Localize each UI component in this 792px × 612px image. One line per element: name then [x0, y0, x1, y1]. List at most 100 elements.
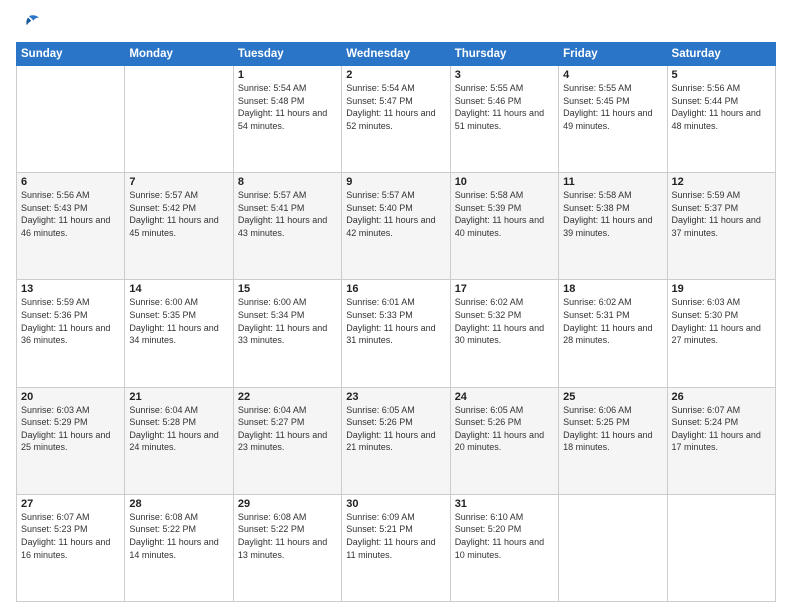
day-info: Sunrise: 6:04 AM Sunset: 5:27 PM Dayligh…	[238, 404, 337, 454]
day-number: 25	[563, 391, 662, 403]
day-info: Sunrise: 6:08 AM Sunset: 5:22 PM Dayligh…	[238, 511, 337, 561]
day-number: 28	[129, 498, 228, 510]
calendar-cell: 10Sunrise: 5:58 AM Sunset: 5:39 PM Dayli…	[450, 173, 558, 280]
weekday-header-monday: Monday	[125, 43, 233, 66]
day-info: Sunrise: 6:03 AM Sunset: 5:30 PM Dayligh…	[672, 296, 771, 346]
day-number: 13	[21, 283, 120, 295]
day-number: 10	[455, 176, 554, 188]
day-number: 3	[455, 69, 554, 81]
calendar-cell: 17Sunrise: 6:02 AM Sunset: 5:32 PM Dayli…	[450, 280, 558, 387]
day-number: 5	[672, 69, 771, 81]
day-info: Sunrise: 6:07 AM Sunset: 5:23 PM Dayligh…	[21, 511, 120, 561]
weekday-header-sunday: Sunday	[17, 43, 125, 66]
calendar-cell: 29Sunrise: 6:08 AM Sunset: 5:22 PM Dayli…	[233, 494, 341, 601]
day-info: Sunrise: 6:09 AM Sunset: 5:21 PM Dayligh…	[346, 511, 445, 561]
calendar-cell	[559, 494, 667, 601]
calendar-cell: 12Sunrise: 5:59 AM Sunset: 5:37 PM Dayli…	[667, 173, 775, 280]
weekday-header-thursday: Thursday	[450, 43, 558, 66]
calendar-cell: 26Sunrise: 6:07 AM Sunset: 5:24 PM Dayli…	[667, 387, 775, 494]
day-info: Sunrise: 6:00 AM Sunset: 5:34 PM Dayligh…	[238, 296, 337, 346]
day-info: Sunrise: 5:59 AM Sunset: 5:37 PM Dayligh…	[672, 189, 771, 239]
day-number: 23	[346, 391, 445, 403]
weekday-header-friday: Friday	[559, 43, 667, 66]
day-number: 31	[455, 498, 554, 510]
day-number: 16	[346, 283, 445, 295]
calendar-cell: 15Sunrise: 6:00 AM Sunset: 5:34 PM Dayli…	[233, 280, 341, 387]
day-info: Sunrise: 5:57 AM Sunset: 5:42 PM Dayligh…	[129, 189, 228, 239]
calendar-table: SundayMondayTuesdayWednesdayThursdayFrid…	[16, 42, 776, 602]
calendar-cell: 4Sunrise: 5:55 AM Sunset: 5:45 PM Daylig…	[559, 66, 667, 173]
day-info: Sunrise: 5:59 AM Sunset: 5:36 PM Dayligh…	[21, 296, 120, 346]
calendar-cell: 2Sunrise: 5:54 AM Sunset: 5:47 PM Daylig…	[342, 66, 450, 173]
calendar-cell	[125, 66, 233, 173]
logo-bird-icon	[18, 12, 40, 34]
day-info: Sunrise: 5:55 AM Sunset: 5:46 PM Dayligh…	[455, 82, 554, 132]
day-info: Sunrise: 5:56 AM Sunset: 5:44 PM Dayligh…	[672, 82, 771, 132]
calendar-cell: 18Sunrise: 6:02 AM Sunset: 5:31 PM Dayli…	[559, 280, 667, 387]
day-number: 20	[21, 391, 120, 403]
day-info: Sunrise: 6:00 AM Sunset: 5:35 PM Dayligh…	[129, 296, 228, 346]
calendar-cell: 21Sunrise: 6:04 AM Sunset: 5:28 PM Dayli…	[125, 387, 233, 494]
calendar-cell: 14Sunrise: 6:00 AM Sunset: 5:35 PM Dayli…	[125, 280, 233, 387]
page: SundayMondayTuesdayWednesdayThursdayFrid…	[0, 0, 792, 612]
day-info: Sunrise: 6:02 AM Sunset: 5:31 PM Dayligh…	[563, 296, 662, 346]
calendar-cell	[667, 494, 775, 601]
day-info: Sunrise: 6:03 AM Sunset: 5:29 PM Dayligh…	[21, 404, 120, 454]
calendar-cell: 20Sunrise: 6:03 AM Sunset: 5:29 PM Dayli…	[17, 387, 125, 494]
calendar-week-row: 6Sunrise: 5:56 AM Sunset: 5:43 PM Daylig…	[17, 173, 776, 280]
calendar-cell: 28Sunrise: 6:08 AM Sunset: 5:22 PM Dayli…	[125, 494, 233, 601]
weekday-header-wednesday: Wednesday	[342, 43, 450, 66]
day-number: 8	[238, 176, 337, 188]
calendar-week-row: 1Sunrise: 5:54 AM Sunset: 5:48 PM Daylig…	[17, 66, 776, 173]
day-number: 21	[129, 391, 228, 403]
day-number: 18	[563, 283, 662, 295]
day-info: Sunrise: 6:04 AM Sunset: 5:28 PM Dayligh…	[129, 404, 228, 454]
day-number: 9	[346, 176, 445, 188]
day-info: Sunrise: 6:07 AM Sunset: 5:24 PM Dayligh…	[672, 404, 771, 454]
day-info: Sunrise: 5:54 AM Sunset: 5:47 PM Dayligh…	[346, 82, 445, 132]
day-number: 7	[129, 176, 228, 188]
logo	[16, 12, 42, 34]
calendar-cell: 6Sunrise: 5:56 AM Sunset: 5:43 PM Daylig…	[17, 173, 125, 280]
day-number: 29	[238, 498, 337, 510]
calendar-cell: 22Sunrise: 6:04 AM Sunset: 5:27 PM Dayli…	[233, 387, 341, 494]
calendar-cell	[17, 66, 125, 173]
day-info: Sunrise: 5:55 AM Sunset: 5:45 PM Dayligh…	[563, 82, 662, 132]
calendar-cell: 30Sunrise: 6:09 AM Sunset: 5:21 PM Dayli…	[342, 494, 450, 601]
calendar-cell: 19Sunrise: 6:03 AM Sunset: 5:30 PM Dayli…	[667, 280, 775, 387]
day-info: Sunrise: 6:10 AM Sunset: 5:20 PM Dayligh…	[455, 511, 554, 561]
day-number: 2	[346, 69, 445, 81]
day-info: Sunrise: 6:06 AM Sunset: 5:25 PM Dayligh…	[563, 404, 662, 454]
calendar-cell: 24Sunrise: 6:05 AM Sunset: 5:26 PM Dayli…	[450, 387, 558, 494]
day-number: 12	[672, 176, 771, 188]
day-info: Sunrise: 5:56 AM Sunset: 5:43 PM Dayligh…	[21, 189, 120, 239]
day-number: 26	[672, 391, 771, 403]
day-number: 19	[672, 283, 771, 295]
calendar-week-row: 20Sunrise: 6:03 AM Sunset: 5:29 PM Dayli…	[17, 387, 776, 494]
calendar-cell: 9Sunrise: 5:57 AM Sunset: 5:40 PM Daylig…	[342, 173, 450, 280]
day-number: 24	[455, 391, 554, 403]
calendar-cell: 1Sunrise: 5:54 AM Sunset: 5:48 PM Daylig…	[233, 66, 341, 173]
calendar-cell: 23Sunrise: 6:05 AM Sunset: 5:26 PM Dayli…	[342, 387, 450, 494]
calendar-cell: 7Sunrise: 5:57 AM Sunset: 5:42 PM Daylig…	[125, 173, 233, 280]
calendar-cell: 16Sunrise: 6:01 AM Sunset: 5:33 PM Dayli…	[342, 280, 450, 387]
day-info: Sunrise: 6:02 AM Sunset: 5:32 PM Dayligh…	[455, 296, 554, 346]
header	[16, 12, 776, 34]
day-info: Sunrise: 5:54 AM Sunset: 5:48 PM Dayligh…	[238, 82, 337, 132]
day-number: 27	[21, 498, 120, 510]
day-info: Sunrise: 6:05 AM Sunset: 5:26 PM Dayligh…	[455, 404, 554, 454]
day-info: Sunrise: 6:08 AM Sunset: 5:22 PM Dayligh…	[129, 511, 228, 561]
day-number: 14	[129, 283, 228, 295]
weekday-header-tuesday: Tuesday	[233, 43, 341, 66]
calendar-week-row: 13Sunrise: 5:59 AM Sunset: 5:36 PM Dayli…	[17, 280, 776, 387]
day-number: 6	[21, 176, 120, 188]
day-number: 4	[563, 69, 662, 81]
calendar-cell: 25Sunrise: 6:06 AM Sunset: 5:25 PM Dayli…	[559, 387, 667, 494]
day-info: Sunrise: 5:58 AM Sunset: 5:39 PM Dayligh…	[455, 189, 554, 239]
day-number: 15	[238, 283, 337, 295]
day-number: 1	[238, 69, 337, 81]
day-info: Sunrise: 5:57 AM Sunset: 5:40 PM Dayligh…	[346, 189, 445, 239]
calendar-cell: 13Sunrise: 5:59 AM Sunset: 5:36 PM Dayli…	[17, 280, 125, 387]
weekday-header-saturday: Saturday	[667, 43, 775, 66]
calendar-cell: 5Sunrise: 5:56 AM Sunset: 5:44 PM Daylig…	[667, 66, 775, 173]
